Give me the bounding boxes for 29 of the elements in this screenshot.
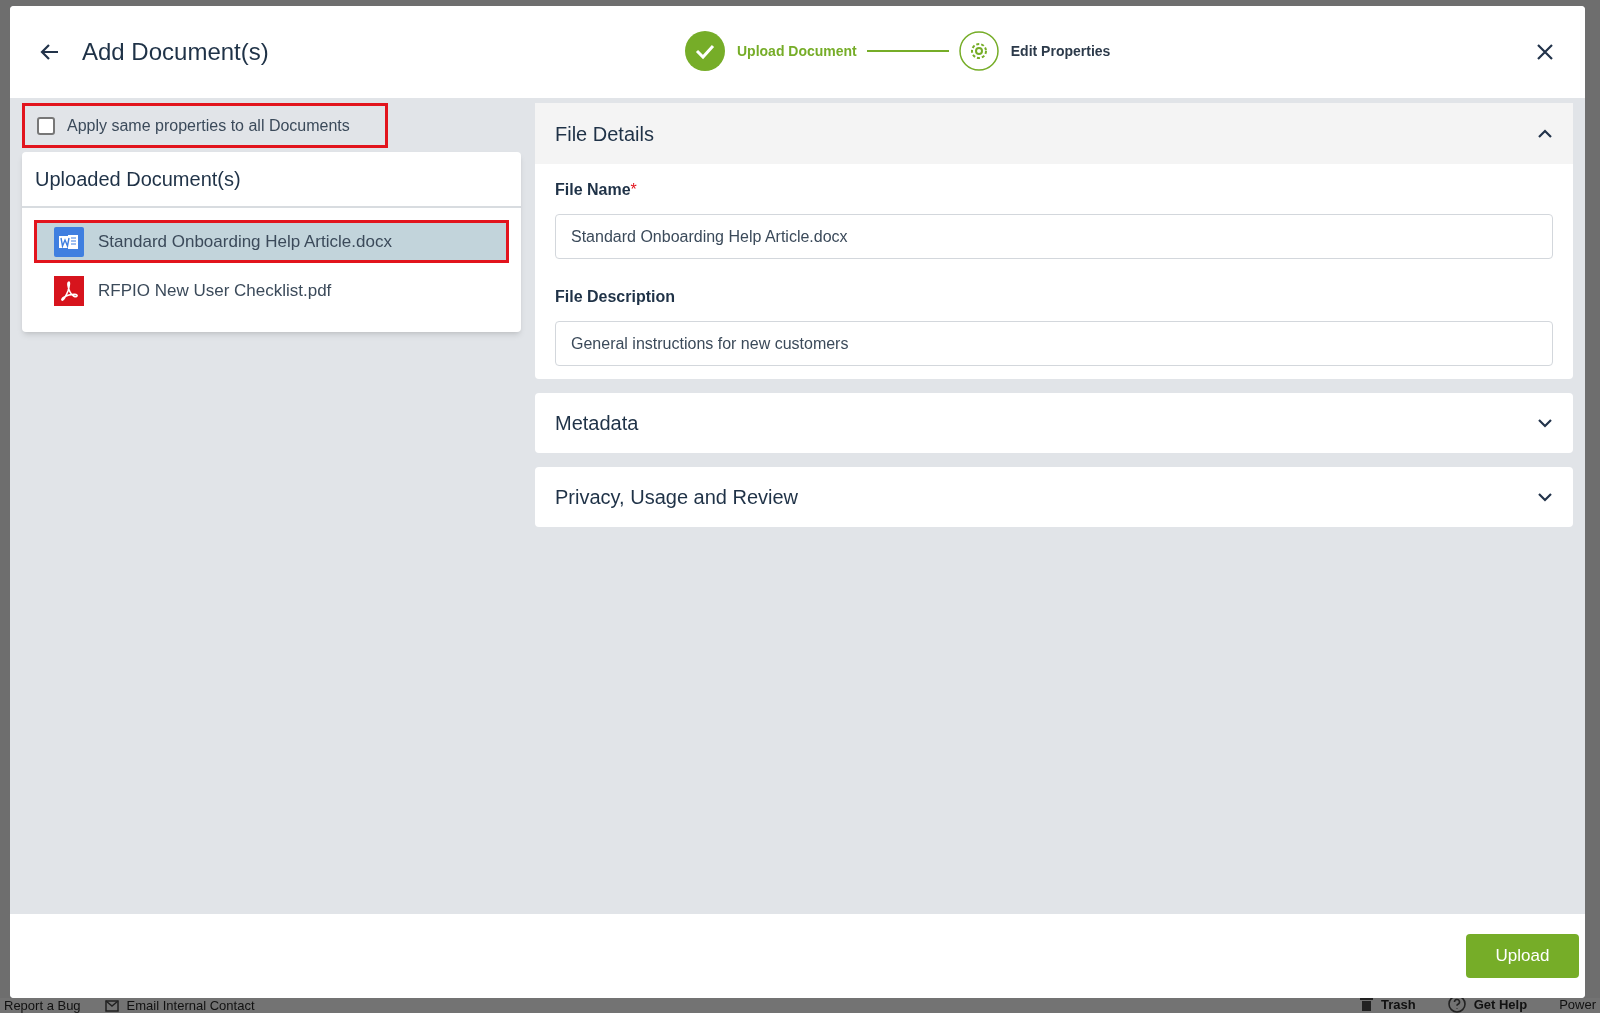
footer-link[interactable]: Power bbox=[1559, 996, 1596, 1012]
accordion-header[interactable]: File Details bbox=[535, 103, 1573, 164]
pdf-document-icon bbox=[54, 275, 84, 306]
check-circle-icon bbox=[685, 31, 725, 71]
chevron-down-icon bbox=[1537, 418, 1553, 428]
file-list-item[interactable]: RFPIO New User Checklist.pdf bbox=[34, 269, 509, 312]
file-list-item[interactable]: Standard Onboarding Help Article.docx bbox=[34, 220, 509, 263]
mail-icon bbox=[104, 999, 119, 1012]
footer-link[interactable]: Trash bbox=[1360, 996, 1416, 1012]
chevron-up-icon bbox=[1537, 128, 1553, 139]
trash-icon bbox=[1360, 997, 1373, 1011]
dialog-title: Add Document(s) bbox=[82, 37, 269, 67]
checkbox[interactable] bbox=[37, 116, 55, 135]
text-field[interactable]: General instructions for new customers bbox=[555, 321, 1553, 366]
apply-same-checkbox[interactable]: Apply same properties to all Documents bbox=[22, 103, 388, 148]
text-field[interactable]: Standard Onboarding Help Article.docx bbox=[555, 214, 1553, 259]
accordion-header[interactable]: Metadata bbox=[535, 393, 1573, 453]
chevron-down-icon bbox=[1537, 492, 1553, 502]
field-label: File Name bbox=[555, 180, 631, 200]
field-label: File Description bbox=[555, 287, 676, 307]
accordion-header[interactable]: Privacy, Usage and Review bbox=[535, 467, 1573, 527]
card-title: Uploaded Document(s) bbox=[22, 152, 521, 208]
footer-link[interactable]: Email Internal Contact bbox=[104, 998, 255, 1013]
close-icon bbox=[1535, 42, 1555, 62]
required-mark: * bbox=[630, 180, 637, 200]
gear-icon bbox=[958, 31, 999, 71]
step[interactable]: Edit Properties bbox=[958, 31, 1111, 71]
footer-link[interactable]: Report a Bug bbox=[4, 998, 81, 1013]
word-document-icon bbox=[54, 226, 84, 257]
